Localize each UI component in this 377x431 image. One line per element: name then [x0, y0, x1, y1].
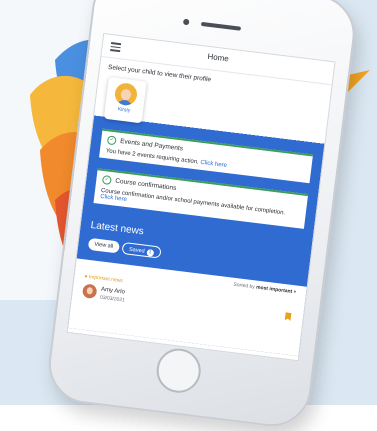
sort-control[interactable]: Sorted by most important ▾	[233, 282, 296, 296]
saved-count-badge: 1	[146, 248, 154, 257]
click-here-link[interactable]: Click here	[200, 160, 227, 169]
dashboard-area: Kirsty ✓ Events and Payments You have 2 …	[68, 69, 331, 357]
latest-news-heading: Latest news	[90, 219, 145, 238]
news-author-avatar	[81, 283, 98, 300]
app-screen: Home Select your child to view their pro…	[66, 32, 336, 362]
important-news-tag: ● Important news	[84, 273, 124, 285]
child-name: Kirsty	[117, 106, 131, 114]
view-all-button[interactable]: View all	[87, 237, 120, 254]
child-avatar	[113, 81, 139, 107]
saved-button[interactable]: Saved 1	[121, 241, 162, 259]
check-circle-icon: ✓	[101, 175, 112, 186]
child-profile-card[interactable]: Kirsty	[103, 77, 147, 124]
check-circle-icon: ✓	[106, 135, 117, 146]
phone-mockup: Home Select your child to view their pro…	[44, 0, 360, 431]
bookmark-icon[interactable]	[285, 312, 292, 321]
news-date: 03/03/2021	[99, 294, 126, 304]
